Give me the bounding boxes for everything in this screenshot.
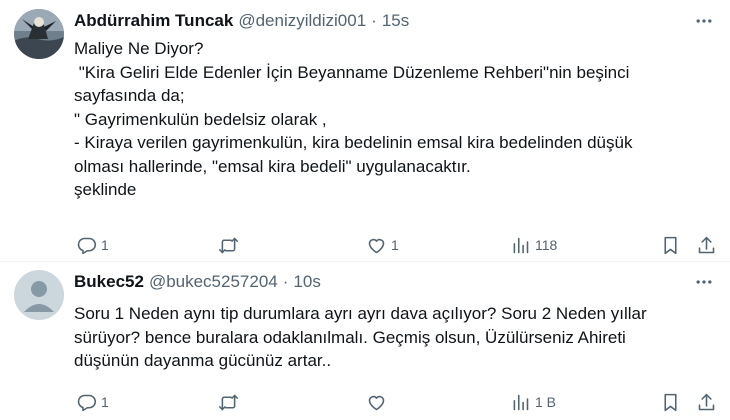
share-button[interactable] [696,233,717,257]
author-handle[interactable]: @bukec5257204 [149,272,278,292]
author-name[interactable]: Bukec52 [74,272,144,292]
views-button[interactable]: 1 B [510,390,556,414]
tweet-text-line: olması hallerinde, "emsal kira bedeli" u… [74,156,471,176]
views-button[interactable]: 118 [510,233,557,257]
reply-count: 1 [101,394,109,410]
reply-icon [77,394,97,411]
tweet-header: Abdürrahim Tuncak @denizyildizi001 · 15s [74,9,409,33]
photo-avatar-icon [14,9,64,59]
author-handle[interactable]: @denizyildizi001 [238,11,366,31]
heart-icon [368,395,385,410]
tweet-header: Bukec52 @bukec5257204 · 10s [74,270,321,294]
default-avatar-icon [14,270,64,320]
action-bar: 1 1 B [74,390,718,414]
tweet-text-line: "Kira Geliri Elde Edenler İçin Beyanname… [74,62,630,82]
reply-button[interactable]: 1 [76,390,109,414]
bookmark-button[interactable] [660,390,681,414]
tweet-post[interactable]: Abdürrahim Tuncak @denizyildizi001 · 15s… [0,0,730,262]
bookmark-button[interactable] [660,233,681,257]
separator-dot: · [371,11,377,30]
retweet-icon [218,394,239,410]
retweet-button[interactable] [218,233,243,257]
tweet-text-line: düşünün dayanma gücünüz artar.. [74,351,332,370]
more-icon [696,19,712,23]
tweet-text-line: sürüyor? bence buralara odaklanılmalı. G… [74,327,626,347]
reply-count: 1 [101,237,109,253]
like-button[interactable] [366,390,391,414]
tweet-text-line: Maliye Ne Diyor? [74,39,204,58]
tweet-text-line: Soru 1 Neden aynı tip durumlara ayrı ayr… [74,304,647,323]
retweet-button[interactable] [218,390,243,414]
share-icon [698,393,715,410]
tweet-text: Maliye Ne Diyor? "Kira Geliri Elde Edenl… [74,37,716,202]
view-count: 118 [535,237,558,253]
view-count: 1 B [535,394,557,410]
action-bar: 1 1 118 [74,233,718,257]
bookmark-icon [664,393,677,411]
tweet-text-line: " Gayrimenkulün bedelsiz olarak , [74,109,327,129]
timestamp[interactable]: 10s [293,272,320,292]
tweet-text-line: şeklinde [74,180,137,199]
share-icon [698,236,715,253]
more-options-button[interactable] [692,9,716,33]
avatar[interactable] [14,270,64,320]
timestamp[interactable]: 15s [382,11,409,31]
avatar[interactable] [14,9,64,59]
tweet-text-line: - Kiraya verilen gayrimenkulün, kira bed… [74,133,633,152]
more-icon [696,280,712,284]
like-button[interactable]: 1 [366,233,399,257]
author-name[interactable]: Abdürrahim Tuncak [74,11,233,31]
reply-button[interactable]: 1 [76,233,109,257]
tweet-post[interactable]: Bukec52 @bukec5257204 · 10s Soru 1 Neden… [0,262,730,420]
tweet-text-line: sayfasında da; [74,86,185,105]
views-icon [513,394,529,410]
retweet-icon [218,237,239,253]
bookmark-icon [664,236,677,254]
tweet-text: Soru 1 Neden aynı tip durumlara ayrı ayr… [74,302,716,373]
like-count: 1 [391,237,399,253]
views-icon [513,237,529,253]
heart-icon [368,238,385,253]
share-button[interactable] [696,390,717,414]
separator-dot: · [282,272,289,291]
more-options-button[interactable] [692,270,716,294]
reply-icon [77,237,97,254]
